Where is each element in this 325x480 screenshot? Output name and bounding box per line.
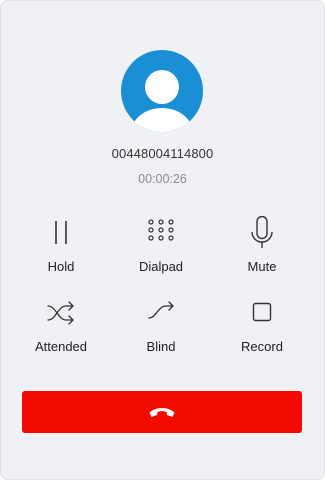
shuffle-icon <box>46 296 76 330</box>
blind-label: Blind <box>146 339 176 354</box>
end-call-icon <box>148 400 176 424</box>
dialpad-label: Dialpad <box>138 259 184 274</box>
pause-icon <box>46 216 76 250</box>
dialpad-button[interactable]: Dialpad <box>111 216 211 286</box>
attended-transfer-button[interactable]: Attended <box>11 296 111 366</box>
caller-number: 00448004114800 <box>111 146 214 161</box>
record-square-icon <box>247 296 277 330</box>
record-button[interactable]: Record <box>212 296 312 366</box>
microphone-icon <box>247 216 277 250</box>
record-label: Record <box>241 339 283 354</box>
mute-label: Mute <box>247 259 277 274</box>
dialpad-icon <box>146 216 176 250</box>
hangup-button[interactable] <box>22 391 302 433</box>
caller-avatar <box>121 50 203 132</box>
call-duration: 00:00:26 <box>138 172 187 186</box>
call-panel: 00448004114800 00:00:26 Hold Dialpad Mut… <box>0 0 325 480</box>
hold-label: Hold <box>47 259 75 274</box>
user-avatar-icon <box>121 50 203 132</box>
mute-button[interactable]: Mute <box>212 216 312 286</box>
attended-label: Attended <box>34 339 88 354</box>
hold-button[interactable]: Hold <box>11 216 111 286</box>
forward-arrow-icon <box>146 296 176 330</box>
blind-transfer-button[interactable]: Blind <box>111 296 211 366</box>
